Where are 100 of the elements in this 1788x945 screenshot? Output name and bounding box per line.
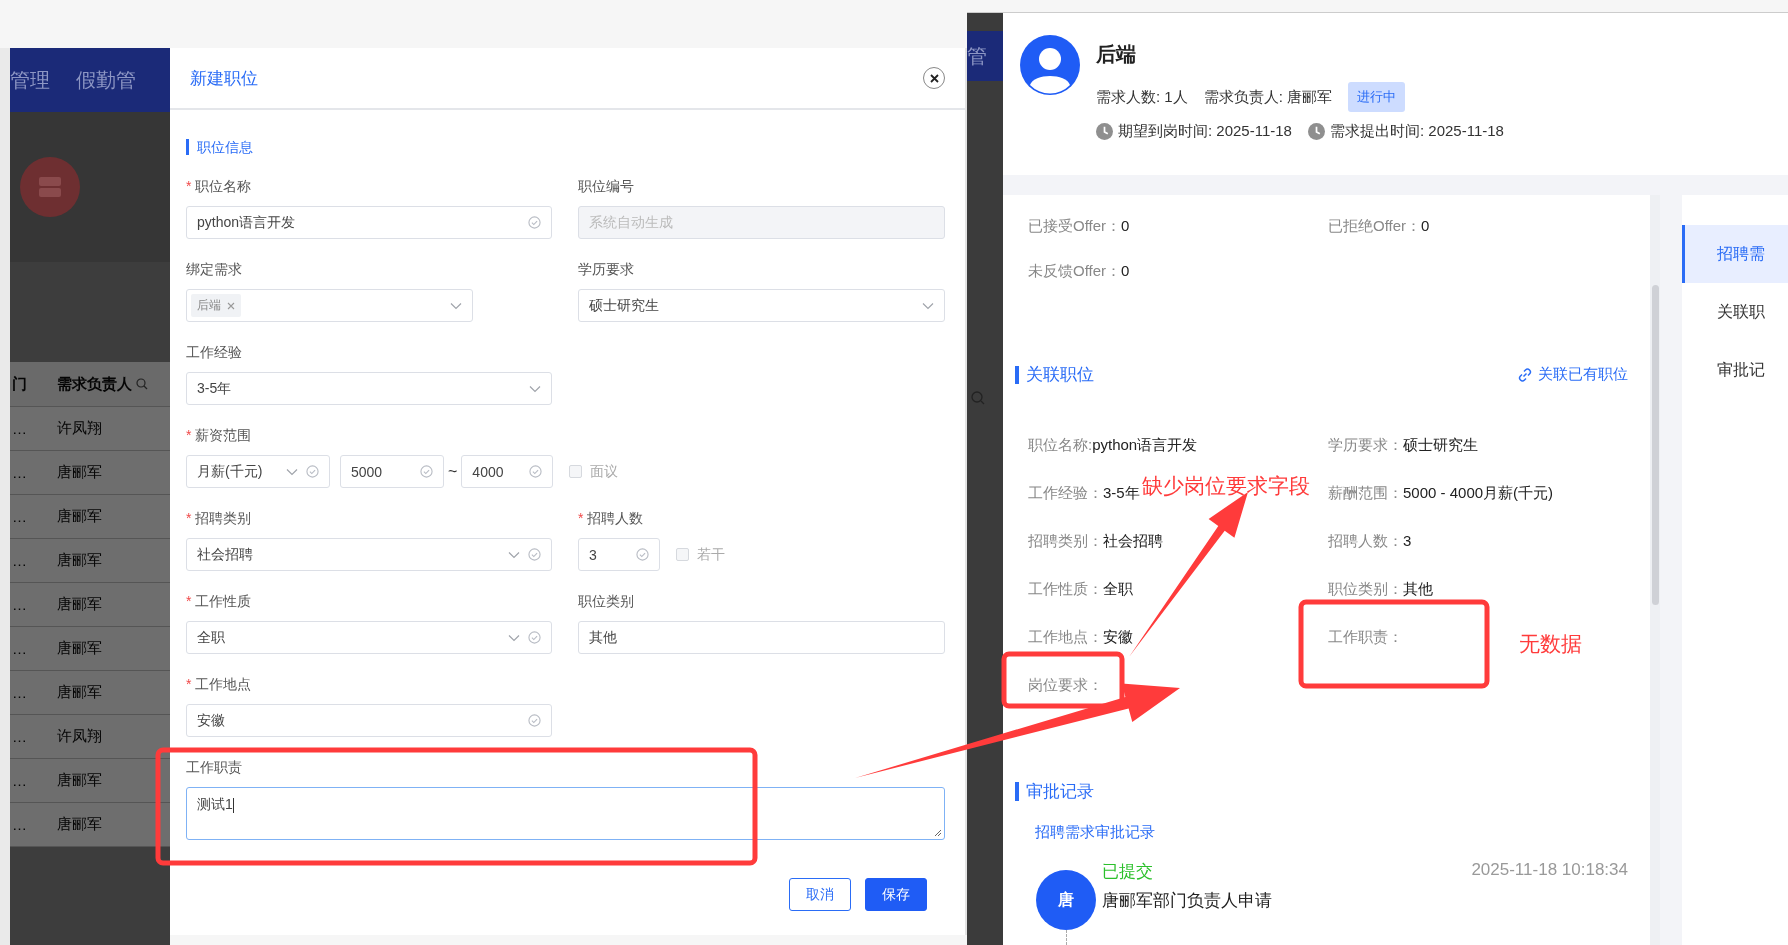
field-label: 工作职责 [186, 758, 242, 777]
check-circle-icon [528, 548, 541, 561]
select-field[interactable]: 社会招聘 [186, 538, 552, 571]
table-cell-text: … [11, 816, 28, 833]
detail-field: 招聘类别：社会招聘 [1028, 532, 1163, 551]
section-title: 关联职位 [1015, 365, 1094, 384]
chevron-down-icon [529, 384, 541, 393]
date-text: 需求提出时间: 2025-11-18 [1329, 122, 1504, 141]
text-field[interactable]: 其他 [578, 621, 945, 654]
nav-item[interactable]: 管理 [10, 66, 50, 94]
chevron-down-icon [922, 301, 934, 310]
side-nav-item[interactable]: 招聘需 [1682, 225, 1788, 283]
status-badge: 进行中 [1348, 82, 1406, 112]
table-cell: 唐郦军 [57, 815, 102, 834]
table-cell: 许凤翔 [57, 727, 102, 746]
search-icon[interactable] [136, 378, 148, 390]
field-label: 职位编号 [578, 177, 634, 196]
number-field[interactable]: 3 [578, 538, 660, 571]
user-avatar: 唐 [1036, 870, 1096, 930]
field-label: 学历要求 [578, 260, 634, 279]
table-cell-text: … [11, 508, 28, 525]
offer-stat: 已接受Offer：0 [1028, 217, 1130, 236]
chevron-down-icon [508, 633, 520, 642]
field-label: 绑定需求 [186, 260, 242, 279]
date-text: 期望到岗时间: 2025-11-18 [1118, 122, 1292, 141]
table-cell: 许凤翔 [57, 419, 102, 438]
table-cell: 唐郦军 [57, 551, 102, 570]
table-cell-text: … [11, 464, 28, 481]
field-label: 招聘人数 [587, 509, 644, 528]
offer-stat: 未反馈Offer：0 [1028, 262, 1130, 281]
requirement-title: 后端 [1096, 42, 1137, 67]
dialog-title: 新建职位 [190, 67, 258, 90]
table-cell-text: … [11, 728, 28, 745]
detail-field: 职位类别：其他 [1328, 580, 1433, 599]
table-cell-text: … [11, 552, 28, 569]
tag: 后端 [191, 294, 241, 317]
table-cell: 唐郦军 [57, 639, 102, 658]
text-field[interactable]: python语言开发 [186, 206, 552, 239]
check-circle-icon [529, 465, 543, 478]
approval-status: 已提交 [1102, 861, 1153, 883]
text-area[interactable]: 测试1 [186, 787, 945, 840]
field-label: 工作地点 [195, 675, 252, 694]
table-cell-text: … [11, 640, 28, 657]
resize-grip-icon[interactable] [934, 829, 942, 837]
link-icon[interactable] [1517, 366, 1533, 383]
link-position-link[interactable]: 关联已有职位 [1517, 365, 1628, 384]
table-cell-text: … [11, 772, 28, 789]
side-nav-item[interactable]: 审批记 [1682, 341, 1788, 399]
check-circle-icon [420, 465, 433, 478]
detail-field: 工作性质：全职 [1028, 580, 1133, 599]
select-field[interactable]: 全职 [186, 621, 552, 654]
chevron-down-icon [450, 301, 462, 310]
chevron-down-icon [286, 467, 298, 476]
detail-field: 岗位要求： [1028, 676, 1103, 695]
side-nav-item[interactable]: 关联职 [1682, 283, 1788, 341]
check-circle-icon [306, 465, 319, 478]
table-cell: 唐郦军 [57, 595, 102, 614]
meta-text: 需求负责人: 唐郦军 [1203, 87, 1333, 107]
required-mark: * [186, 426, 192, 445]
nav-item[interactable]: 假勤管 [76, 66, 136, 94]
detail-field: 职位名称:python语言开发 [1028, 436, 1198, 455]
column-header: 需求负责人 [57, 374, 132, 394]
text-field[interactable]: 安徽 [186, 704, 552, 737]
field-label: 职位名称 [195, 177, 252, 196]
number-field[interactable]: 4000 [461, 455, 554, 488]
scrollbar-thumb[interactable] [1651, 285, 1659, 605]
annotation-text: 缺少岗位要求字段 [1142, 473, 1310, 499]
annotation-text: 无数据 [1519, 631, 1582, 657]
select-field[interactable]: 3-5年 [186, 372, 552, 405]
table-cell: 唐郦军 [57, 771, 102, 790]
field-label: 招聘类别 [195, 509, 252, 528]
select-field[interactable]: 月薪(千元) [186, 455, 330, 488]
detail-field: 招聘人数：3 [1328, 532, 1412, 551]
detail-field: 学历要求：硕士研究生 [1328, 436, 1478, 455]
clock-icon [1307, 123, 1325, 140]
range-separator: ~ [448, 462, 458, 481]
required-mark: * [186, 177, 192, 196]
required-mark: * [186, 509, 192, 528]
detail-field: 工作经验：3-5年 [1028, 484, 1140, 503]
user-avatar-icon [1020, 35, 1080, 95]
table-cell: 唐郦军 [57, 463, 102, 482]
detail-field: 工作职责： [1328, 628, 1403, 647]
check-circle-icon [528, 216, 541, 229]
offer-stat: 已拒绝Offer：0 [1328, 217, 1430, 236]
checkbox[interactable] [676, 548, 689, 561]
field-label: 薪资范围 [195, 426, 252, 445]
table-cell: 唐郦军 [57, 507, 102, 526]
field-label: 职位类别 [578, 592, 634, 611]
number-field[interactable]: 5000 [340, 455, 444, 488]
table-cell-text: … [11, 596, 28, 613]
meta-text: 需求人数: 1人 [1096, 87, 1188, 107]
save-button[interactable]: 保存 [865, 878, 927, 911]
close-button[interactable] [923, 67, 945, 89]
checkbox-label: 若干 [697, 545, 725, 564]
checkbox[interactable] [569, 465, 583, 478]
cancel-button[interactable]: 取消 [789, 878, 851, 911]
select-field[interactable]: 硕士研究生 [578, 289, 945, 322]
table-cell: 唐郦军 [57, 683, 102, 702]
column-header: 门 [11, 374, 28, 394]
close-icon[interactable] [929, 73, 939, 83]
